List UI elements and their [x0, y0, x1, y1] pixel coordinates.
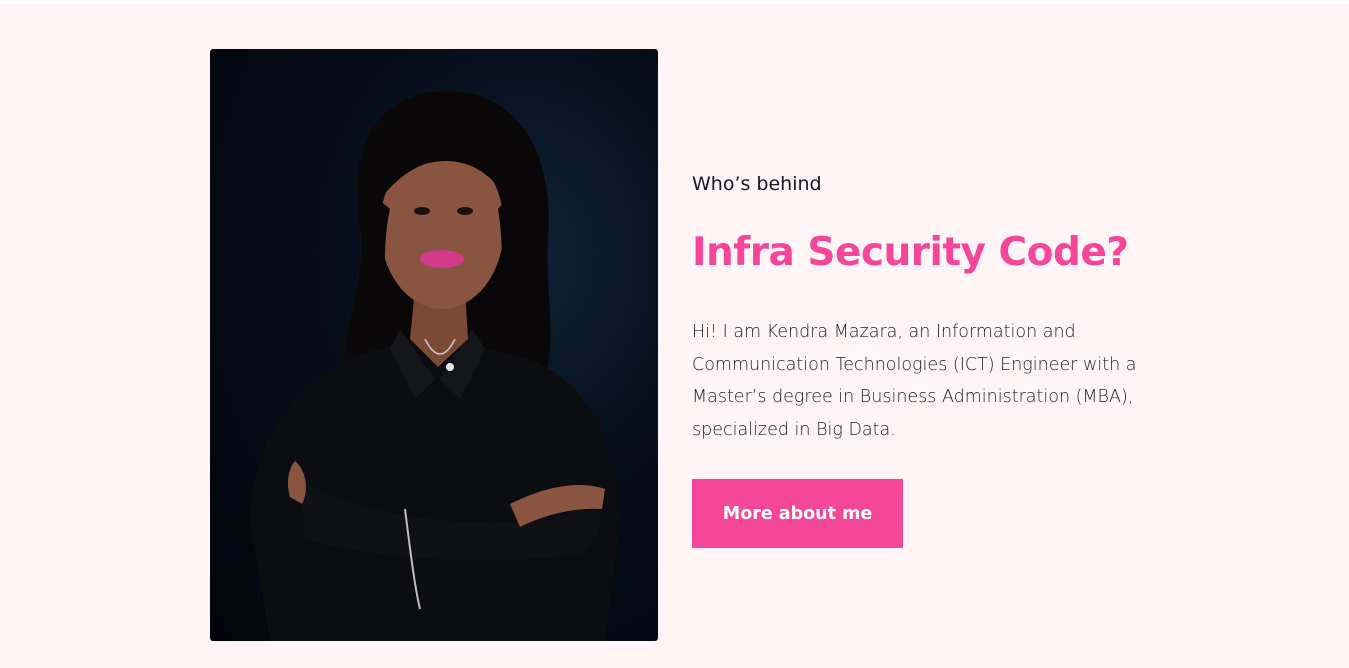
portrait-photo: [210, 49, 658, 641]
more-about-me-button[interactable]: More about me: [692, 479, 903, 548]
about-section: Who’s behind Infra Security Code? Hi! I …: [0, 4, 1349, 668]
section-eyebrow: Who’s behind: [692, 173, 822, 195]
bio-paragraph: Hi! I am Kendra Mazara, an Information a…: [692, 322, 1137, 440]
section-headline: Infra Security Code?: [692, 230, 1129, 275]
